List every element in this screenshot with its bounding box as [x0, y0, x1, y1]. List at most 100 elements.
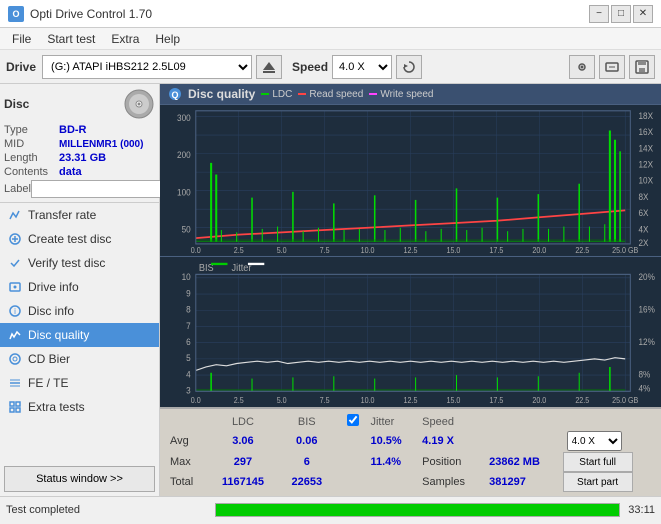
svg-text:7: 7: [186, 320, 191, 331]
jitter-checkbox[interactable]: [347, 414, 359, 426]
svg-text:0.0: 0.0: [191, 395, 201, 405]
nav-transfer-rate-label: Transfer rate: [28, 208, 96, 222]
nav-fe-te[interactable]: FE / TE: [0, 371, 159, 395]
top-chart-svg: 300 200 100 50 18X 16X 14X 12X 10X 8X 6X…: [160, 105, 661, 256]
disc-section: Disc Type BD-R MID MILLENMR1 (000) Lengt…: [0, 84, 159, 203]
nav-cd-bier-label: CD Bier: [28, 352, 70, 366]
menu-help[interactable]: Help: [147, 30, 188, 48]
drive-select[interactable]: (G:) ATAPI iHBS212 2.5L09: [42, 55, 252, 79]
chart-header-icon: Q: [168, 87, 182, 101]
app-title: Opti Drive Control 1.70: [30, 7, 152, 21]
maximize-button[interactable]: □: [611, 5, 631, 23]
read-speed-color: [298, 93, 306, 95]
cd-bier-icon: [8, 352, 22, 366]
chart-title: Disc quality: [188, 87, 255, 101]
mid-label: MID: [4, 138, 59, 150]
speed-unit-select[interactable]: 4.0 X: [567, 431, 622, 451]
legend-write-speed: Write speed: [369, 89, 433, 100]
top-chart: 300 200 100 50 18X 16X 14X 12X 10X 8X 6X…: [160, 105, 661, 257]
svg-text:12.5: 12.5: [404, 246, 418, 256]
svg-text:12%: 12%: [639, 336, 656, 347]
max-bis: 6: [279, 452, 335, 472]
svg-text:17.5: 17.5: [489, 246, 503, 256]
svg-text:2.5: 2.5: [234, 395, 244, 405]
menu-extra[interactable]: Extra: [103, 30, 147, 48]
nav-disc-info[interactable]: i Disc info: [0, 299, 159, 323]
svg-text:8: 8: [186, 304, 191, 315]
chart-area: 300 200 100 50 18X 16X 14X 12X 10X 8X 6X…: [160, 105, 661, 407]
mid-value: MILLENMR1 (000): [59, 139, 143, 150]
svg-text:10.0: 10.0: [361, 246, 375, 256]
progress-bar-fill: [216, 504, 619, 516]
progress-bar-container: [215, 503, 620, 517]
nav-drive-info-label: Drive info: [28, 280, 79, 294]
left-panel: Disc Type BD-R MID MILLENMR1 (000) Lengt…: [0, 84, 160, 496]
svg-text:14X: 14X: [639, 143, 654, 154]
contents-row: Contents data: [4, 166, 155, 178]
svg-text:10: 10: [182, 271, 191, 282]
svg-text:8X: 8X: [639, 191, 649, 202]
svg-text:3: 3: [186, 385, 191, 396]
stats-table: LDC BIS Jitter Speed Avg 3.06 0.06: [166, 413, 655, 492]
right-panel: Q Disc quality LDC Read speed Write spee…: [160, 84, 661, 496]
svg-text:10X: 10X: [639, 175, 654, 186]
chart-header: Q Disc quality LDC Read speed Write spee…: [160, 84, 661, 105]
svg-text:20%: 20%: [639, 271, 656, 282]
position-label: Position: [418, 452, 485, 472]
svg-text:10.0: 10.0: [361, 395, 375, 405]
avg-label: Avg: [166, 430, 207, 452]
nav-create-test-disc[interactable]: Create test disc: [0, 227, 159, 251]
type-row: Type BD-R: [4, 124, 155, 136]
start-full-button[interactable]: Start full: [563, 452, 633, 472]
menu-start-test[interactable]: Start test: [39, 30, 103, 48]
speed-select[interactable]: 4.0 X 8.0 X 12.0 X: [332, 55, 392, 79]
nav-verify-test-disc-label: Verify test disc: [28, 256, 105, 270]
nav-verify-test-disc[interactable]: Verify test disc: [0, 251, 159, 275]
samples-value: 381297: [485, 472, 562, 492]
svg-text:22.5: 22.5: [575, 395, 589, 405]
svg-text:22.5: 22.5: [575, 246, 589, 256]
total-bis: 22653: [279, 472, 335, 492]
close-button[interactable]: ✕: [633, 5, 653, 23]
legend-write-speed-label: Write speed: [380, 89, 433, 100]
label-input[interactable]: [31, 180, 169, 198]
speed-label: Speed: [292, 60, 328, 74]
max-ldc: 297: [207, 452, 278, 472]
nav-cd-bier[interactable]: CD Bier: [0, 347, 159, 371]
title-bar-left: O Opti Drive Control 1.70: [8, 6, 152, 22]
bottom-chart: BIS Jitter: [160, 257, 661, 408]
max-label: Max: [166, 452, 207, 472]
title-bar: O Opti Drive Control 1.70 − □ ✕: [0, 0, 661, 28]
ldc-color: [261, 93, 269, 95]
stats-bar: LDC BIS Jitter Speed Avg 3.06 0.06: [160, 407, 661, 496]
eject-button[interactable]: [256, 55, 282, 79]
save-button[interactable]: [629, 55, 655, 79]
menu-file[interactable]: File: [4, 30, 39, 48]
svg-text:20.0: 20.0: [532, 246, 546, 256]
svg-text:9: 9: [186, 287, 191, 298]
fe-te-icon: [8, 376, 22, 390]
avg-ldc: 3.06: [207, 430, 278, 452]
nav-disc-quality[interactable]: Disc quality: [0, 323, 159, 347]
nav-disc-info-label: Disc info: [28, 304, 74, 318]
mid-row: MID MILLENMR1 (000): [4, 138, 155, 150]
main-area: Disc Type BD-R MID MILLENMR1 (000) Lengt…: [0, 84, 661, 496]
nav-drive-info[interactable]: Drive info: [0, 275, 159, 299]
label-label: Label: [4, 183, 31, 195]
length-label: Length: [4, 152, 59, 164]
disc-icon: [123, 88, 155, 120]
refresh-button[interactable]: [396, 55, 422, 79]
length-row: Length 23.31 GB: [4, 152, 155, 164]
svg-text:0.0: 0.0: [191, 246, 201, 256]
settings-button1[interactable]: [569, 55, 595, 79]
svg-text:8%: 8%: [639, 368, 651, 379]
nav-extra-tests[interactable]: Extra tests: [0, 395, 159, 419]
disc-title: Disc: [4, 97, 29, 111]
nav-transfer-rate[interactable]: Transfer rate: [0, 203, 159, 227]
svg-text:i: i: [14, 307, 16, 316]
minimize-button[interactable]: −: [589, 5, 609, 23]
status-window-button[interactable]: Status window >>: [4, 466, 155, 492]
settings-button2[interactable]: [599, 55, 625, 79]
start-part-button[interactable]: Start part: [563, 472, 633, 492]
svg-text:4: 4: [186, 368, 191, 379]
